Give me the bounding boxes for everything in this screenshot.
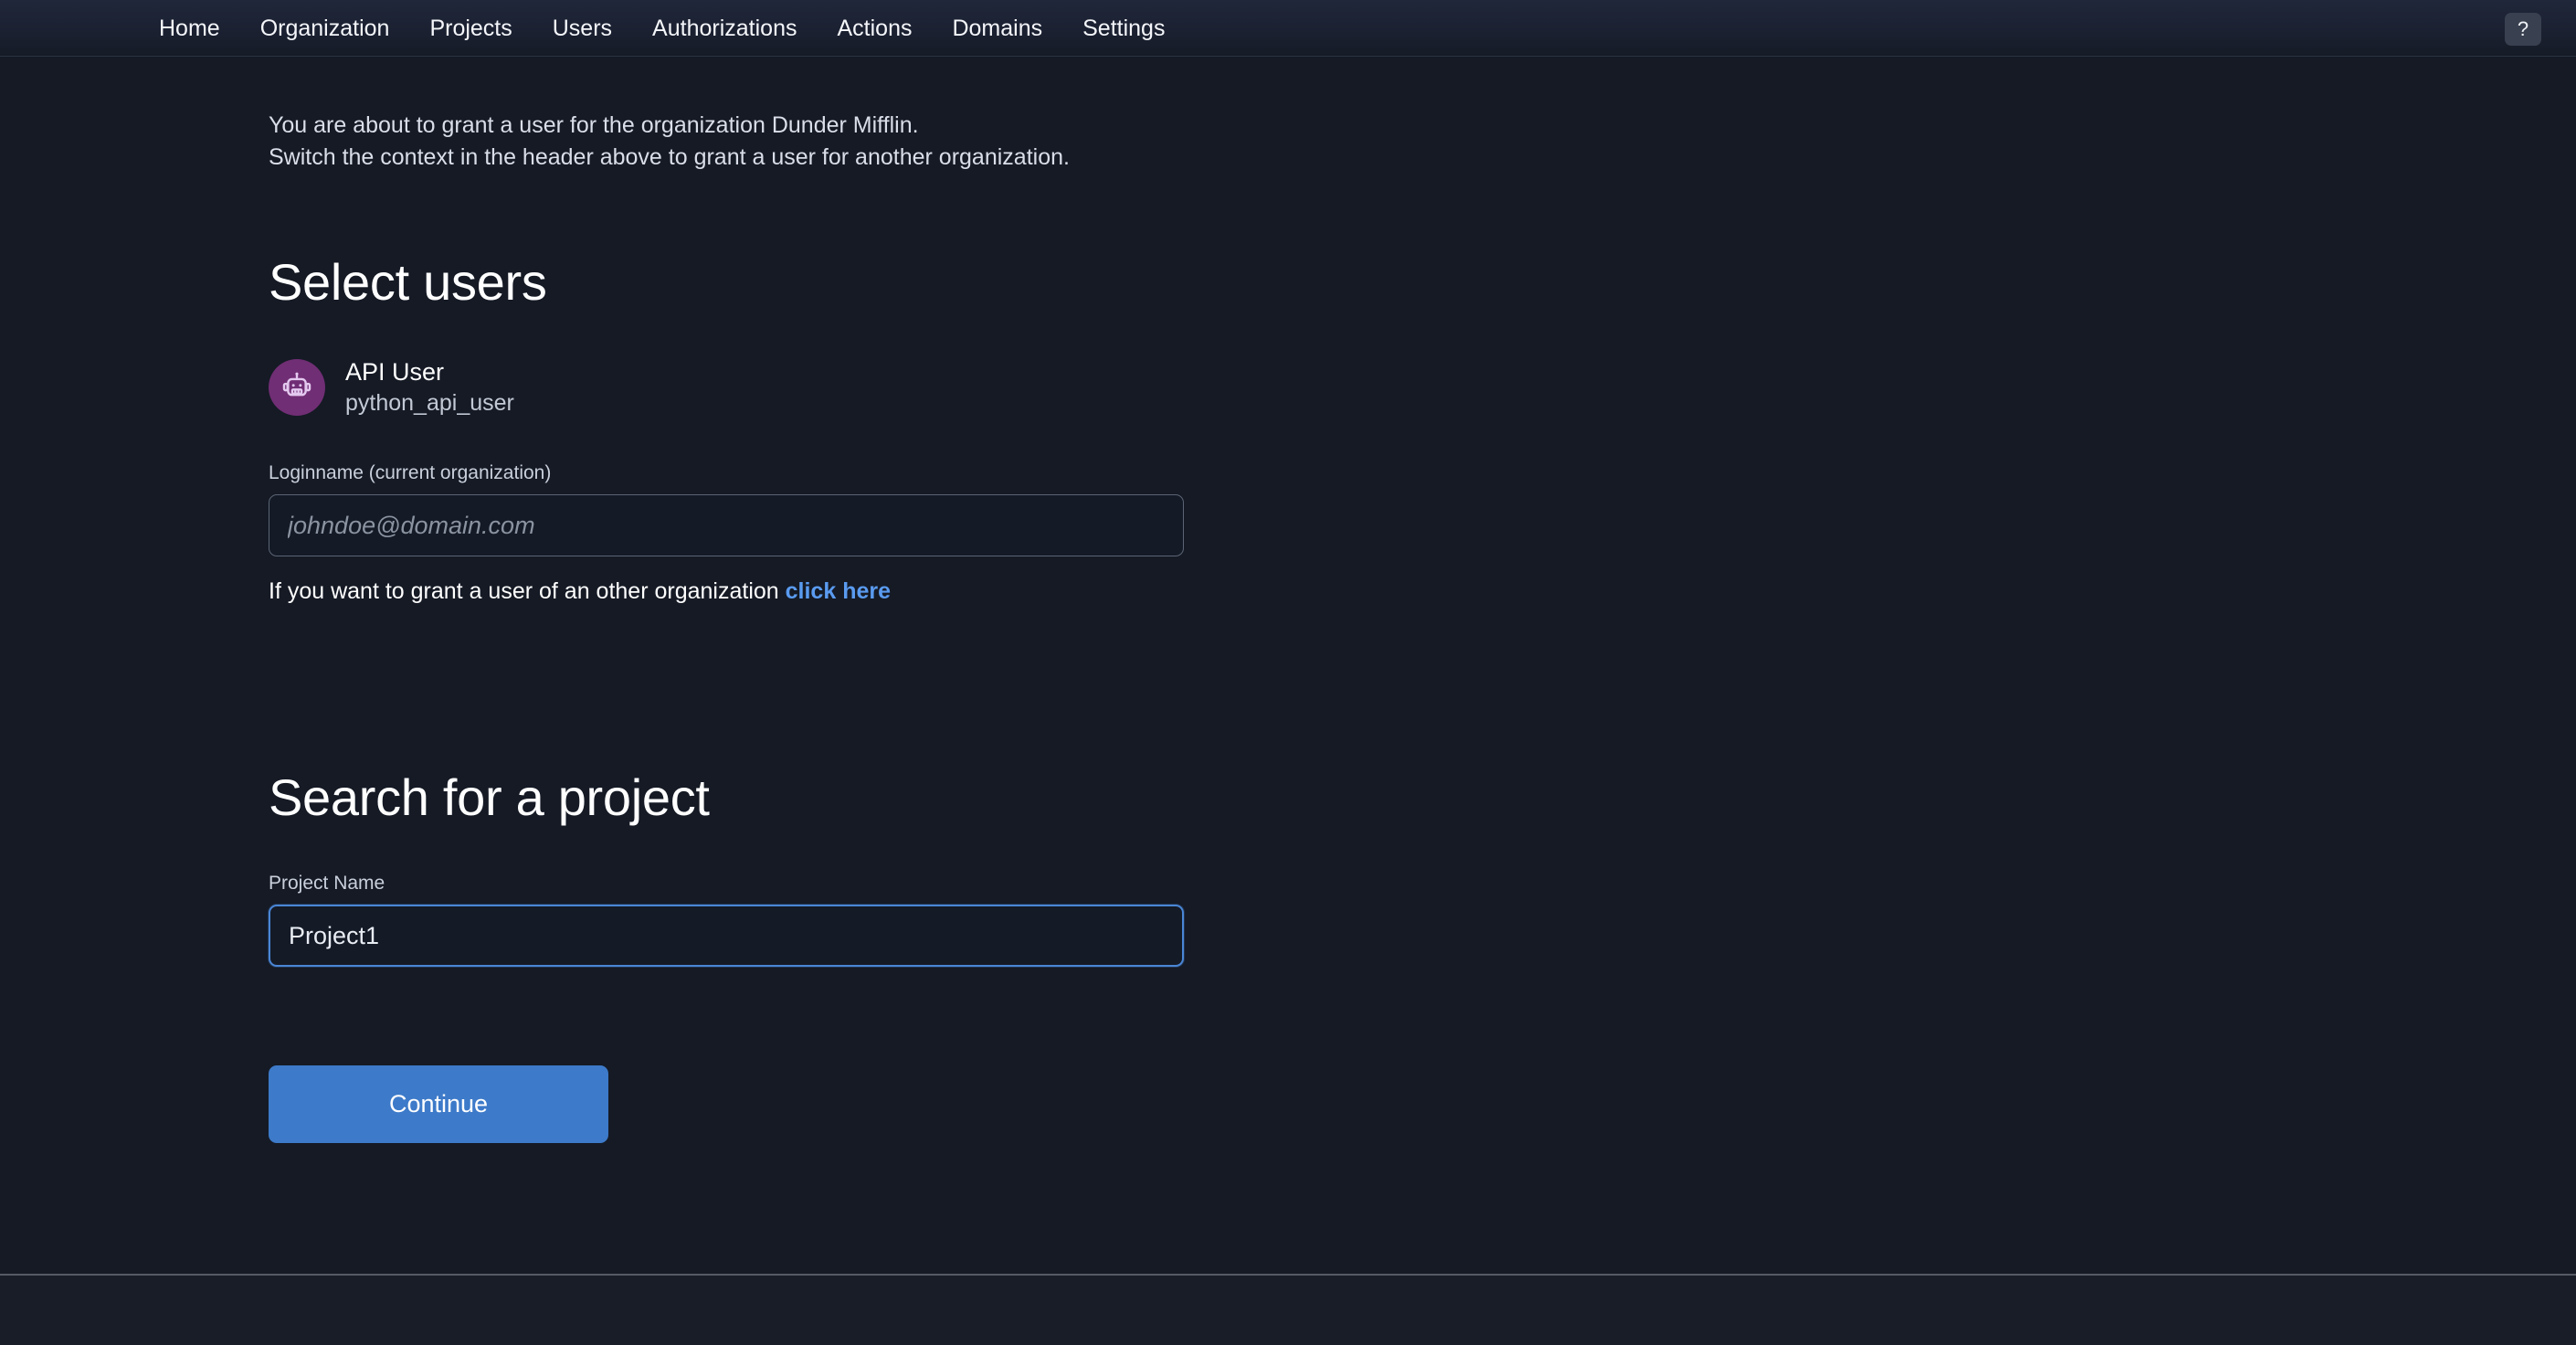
selected-user-row[interactable]: API User python_api_user	[269, 357, 1730, 417]
project-name-input[interactable]	[269, 905, 1184, 967]
nav-item-authorizations[interactable]: Authorizations	[632, 0, 817, 57]
loginname-input[interactable]	[269, 494, 1184, 556]
other-organization-hint-text: If you want to grant a user of an other …	[269, 578, 779, 604]
intro-text: You are about to grant a user for the or…	[269, 110, 1730, 174]
user-display-name: API User	[345, 358, 445, 386]
project-name-field-group: Project Name	[269, 873, 1184, 967]
click-here-link[interactable]: click here	[786, 578, 891, 604]
main-nav: Home Organization Projects Users Authori…	[146, 0, 1185, 57]
content-column: You are about to grant a user for the or…	[269, 57, 1730, 1143]
loginname-label: Loginname (current organization)	[269, 462, 552, 483]
intro-line-1: You are about to grant a user for the or…	[269, 112, 919, 138]
project-name-label: Project Name	[269, 873, 385, 894]
nav-item-domains[interactable]: Domains	[932, 0, 1062, 57]
search-project-heading: Search for a project	[269, 768, 710, 826]
loginname-field-group: Loginname (current organization)	[269, 462, 1184, 556]
nav-item-settings[interactable]: Settings	[1062, 0, 1185, 57]
intro-line-2: Switch the context in the header above t…	[269, 144, 1070, 170]
footer-divider	[0, 1274, 2576, 1276]
nav-item-actions[interactable]: Actions	[817, 0, 932, 57]
footer-area	[0, 1276, 2576, 1345]
nav-item-projects[interactable]: Projects	[409, 0, 532, 57]
user-login-name: python_api_user	[345, 390, 514, 416]
robot-icon	[282, 372, 311, 396]
select-users-heading: Select users	[269, 253, 547, 311]
nav-item-organization[interactable]: Organization	[240, 0, 410, 57]
top-navigation-bar: Home Organization Projects Users Authori…	[0, 0, 2576, 57]
avatar	[269, 358, 325, 416]
continue-button[interactable]: Continue	[269, 1065, 608, 1143]
main-content: You are about to grant a user for the or…	[0, 57, 2576, 1275]
help-button[interactable]: ?	[2505, 13, 2541, 46]
nav-item-users[interactable]: Users	[533, 0, 632, 57]
nav-item-home[interactable]: Home	[146, 0, 240, 57]
other-organization-hint: If you want to grant a user of an other …	[269, 578, 1730, 605]
user-meta: API User python_api_user	[345, 357, 514, 417]
